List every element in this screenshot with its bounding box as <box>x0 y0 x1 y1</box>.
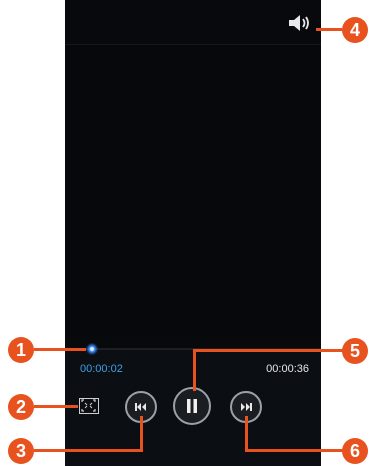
callout-4-leader <box>316 28 342 31</box>
callout-2-leader <box>34 405 78 408</box>
total-time: 00:00:36 <box>266 363 309 375</box>
speaker-icon <box>289 15 309 31</box>
fit-screen-icon <box>81 399 96 412</box>
pause-button[interactable] <box>173 387 211 425</box>
callout-1: 1 <box>8 337 34 363</box>
callout-3: 3 <box>8 438 34 464</box>
callout-6: 6 <box>342 438 368 464</box>
callout-2: 2 <box>8 394 34 420</box>
elapsed-time: 00:00:02 <box>80 363 123 375</box>
callout-3-leader-h <box>34 449 143 452</box>
callout-3-leader <box>140 416 143 452</box>
screen-fit-button[interactable] <box>79 398 99 414</box>
top-bar <box>65 0 321 45</box>
callout-4: 4 <box>342 17 368 43</box>
video-player-screen: 00:00:02 00:00:36 <box>65 0 321 466</box>
progress-knob[interactable] <box>86 343 98 355</box>
pause-icon <box>187 399 197 413</box>
callout-1-leader <box>34 348 86 351</box>
video-area[interactable] <box>65 45 321 335</box>
callout-5-leader <box>193 349 196 391</box>
callout-5-leader-h <box>193 349 343 352</box>
volume-button[interactable] <box>287 14 313 32</box>
callout-6-leader-h <box>245 449 343 452</box>
callout-5: 5 <box>342 338 368 364</box>
callout-6-leader <box>245 416 248 452</box>
figure: 00:00:02 00:00:36 1 2 3 4 5 6 <box>0 0 378 466</box>
